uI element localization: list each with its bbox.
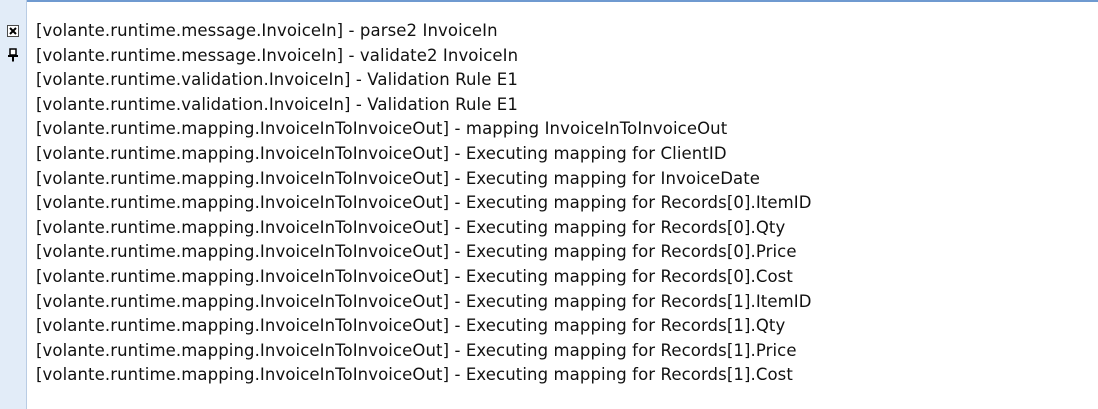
- panel-top-border: [27, 0, 1098, 2]
- close-icon: [7, 24, 19, 42]
- panel-sidebar: [0, 0, 27, 409]
- pin-button[interactable]: [5, 47, 21, 67]
- log-line: [volante.runtime.message.InvoiceIn] - pa…: [36, 21, 498, 40]
- log-output-panel: [volante.runtime.message.InvoiceIn] - pa…: [0, 0, 1098, 409]
- log-line: [volante.runtime.mapping.InvoiceInToInvo…: [36, 365, 793, 385]
- log-line: [volante.runtime.message.InvoiceIn] - va…: [36, 45, 519, 65]
- log-line: [volante.runtime.mapping.InvoiceInToInvo…: [36, 119, 728, 139]
- close-button[interactable]: [5, 25, 21, 41]
- log-line: [volante.runtime.mapping.InvoiceInToInvo…: [36, 217, 786, 237]
- log-text-area[interactable]: [volante.runtime.message.InvoiceIn] - pa…: [36, 19, 1098, 409]
- log-line: [volante.runtime.mapping.InvoiceInToInvo…: [36, 316, 786, 336]
- log-line: [volante.runtime.mapping.InvoiceInToInvo…: [36, 143, 727, 163]
- log-line: [volante.runtime.validation.InvoiceIn] -…: [36, 70, 518, 90]
- log-line: [volante.runtime.mapping.InvoiceInToInvo…: [36, 193, 812, 213]
- pin-icon: [7, 47, 19, 67]
- log-line: [volante.runtime.mapping.InvoiceInToInvo…: [36, 242, 797, 262]
- log-line: [volante.runtime.mapping.InvoiceInToInvo…: [36, 266, 793, 286]
- log-line: [volante.runtime.mapping.InvoiceInToInvo…: [36, 168, 761, 188]
- log-line: [volante.runtime.mapping.InvoiceInToInvo…: [36, 291, 812, 311]
- log-line: [volante.runtime.mapping.InvoiceInToInvo…: [36, 340, 797, 360]
- log-line: [volante.runtime.validation.InvoiceIn] -…: [36, 94, 518, 114]
